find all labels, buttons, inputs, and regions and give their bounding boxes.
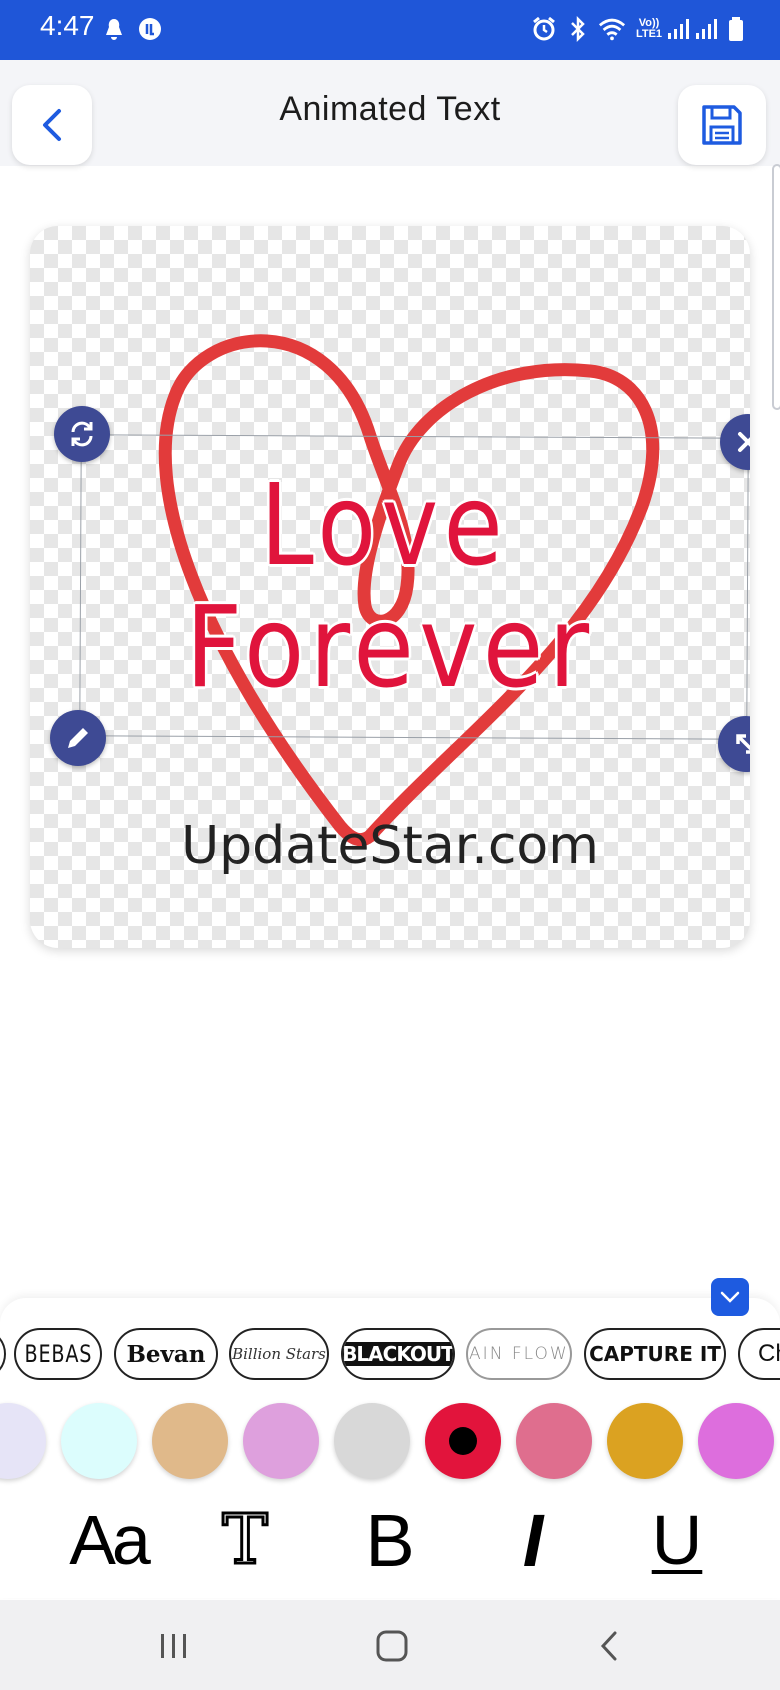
color-swatch[interactable] [516,1403,592,1479]
color-swatch[interactable] [152,1403,228,1479]
bluetooth-icon [564,14,592,44]
font-chip-bevan[interactable]: Bevan [114,1328,218,1380]
color-swatch[interactable] [334,1403,410,1479]
messenger-icon [136,14,164,44]
rotate-handle[interactable] [54,406,110,462]
color-swatch[interactable] [698,1403,774,1479]
page-title: Animated Text [279,90,501,128]
rotate-icon [71,421,93,447]
status-time: 4:47 [40,10,95,41]
font-chip-blackout[interactable]: BLACKOUT [341,1328,455,1380]
home-button[interactable] [362,1618,422,1674]
italic-icon: I [522,1498,544,1582]
signal-icon [664,14,692,44]
signal-icon [692,14,720,44]
scrollbar[interactable] [772,164,780,410]
font-chip-billion-stars[interactable]: Billion Stars [229,1328,329,1380]
alarm-icon [530,14,558,44]
bold-icon: B [365,1498,415,1582]
recent-apps-button[interactable] [144,1618,204,1674]
underline-button[interactable]: U [632,1500,722,1580]
network-label: Vo)) LTE1 [635,17,663,40]
home-icon [376,1630,408,1662]
close-icon [738,432,750,452]
floppy-disk-icon [702,105,742,145]
text-line-1[interactable]: Love [74,464,693,588]
resize-arrows-icon [736,734,750,754]
selected-indicator [449,1427,477,1455]
edit-handle[interactable] [50,710,106,766]
recent-apps-icon [161,1634,186,1658]
collapse-panel-button[interactable] [711,1278,749,1316]
color-swatch[interactable] [425,1403,501,1479]
font-chip-capture-it[interactable]: CAPTURE IT [584,1328,726,1380]
system-nav-bar [0,1600,780,1690]
pencil-icon [68,728,88,748]
watermark: UpdateStar.com [181,816,599,876]
bold-button[interactable]: B [345,1498,435,1582]
italic-button[interactable]: I [488,1498,578,1582]
save-button[interactable] [678,85,766,165]
color-swatch[interactable] [607,1403,683,1479]
system-back-button[interactable] [580,1618,640,1674]
text-style-button[interactable]: T [200,1499,290,1581]
text-line-2[interactable]: Forever [73,586,707,710]
underline-icon: U [651,1501,703,1579]
color-swatch[interactable] [61,1403,137,1479]
font-chip-bebas[interactable]: BEBAS [14,1328,102,1380]
editor-canvas[interactable]: Love Forever UpdateStar.com [30,226,750,948]
font-chip-brain-flower[interactable]: BRAIN FLOWER [466,1328,572,1380]
color-swatch[interactable] [243,1403,319,1479]
app-screen: 4:47 Vo)) LTE1 Animated Text Love Foreve… [0,0,780,1690]
battery-icon [722,14,750,44]
top-app-bar: Animated Text [0,60,780,166]
status-bar: 4:47 Vo)) LTE1 [0,0,780,60]
font-icon: Aa [69,1501,151,1579]
chevron-down-icon [720,1291,740,1303]
wifi-icon [598,14,626,44]
text-outline-icon: T [221,1499,269,1581]
back-icon [600,1631,617,1661]
font-size-button[interactable]: Aa [58,1500,158,1580]
notification-icon [100,14,128,44]
